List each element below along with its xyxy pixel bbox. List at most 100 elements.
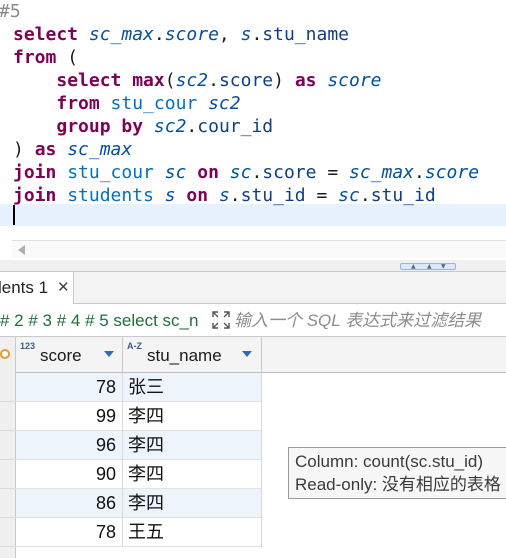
code-token: join [13,185,68,206]
row-number-cell[interactable] [0,460,16,489]
table-row[interactable]: 90 李四 [16,460,262,489]
filter-bar: # 2 # 3 # 4 # 5 select sc_n [0,305,506,337]
code-token: sc2 [208,93,241,114]
row-number-cell[interactable] [0,489,16,518]
code-token: . [251,162,263,183]
column-title: stu_name [147,346,222,365]
code-token: sc_max [349,162,415,183]
code-token: join [13,162,68,183]
code-token: cour_id [197,116,274,137]
cell-score[interactable]: 96 [16,431,123,460]
cell-score[interactable]: 78 [16,373,123,402]
expand-icon[interactable] [212,311,230,329]
cell-stu-name[interactable]: 李四 [123,489,262,518]
code-token: 5 [0,1,21,22]
grid-corner-icon[interactable] [0,349,10,359]
cell-score[interactable]: 86 [16,489,123,518]
code-line[interactable]: ) as sc_max [13,138,479,161]
code-token: on [186,185,219,206]
column-header-score[interactable]: 123 score [16,337,123,373]
sort-dropdown-icon[interactable] [242,351,252,357]
sql-editor[interactable]: # 5 select sc_max.score, s.stu_name from (… [0,0,506,260]
code-token: , [218,24,241,45]
code-token: as [294,70,328,91]
cell-stu-name[interactable]: 李四 [123,431,262,460]
code-token: . [359,185,371,206]
cell-stu-name[interactable]: 张三 [123,373,262,402]
code-token: on [197,162,230,183]
code-token: ) [13,139,35,160]
code-token: s [164,185,187,206]
code-token: stu_id [240,185,306,206]
code-token: stu_id [370,185,436,206]
code-token: . [208,70,219,91]
grid-header: 123 score A-Z stu_name [16,337,506,373]
code-line[interactable]: select sc_max.score, s.stu_name [13,23,479,46]
row-number-column [0,337,16,558]
text-caret [13,205,15,225]
code-token: as [34,139,68,160]
code-line[interactable]: group by sc2.cour_id [13,115,479,138]
code-token: select [56,70,133,91]
tooltip-readonly-line: Read-only: 没有相应的表格 [295,475,501,494]
code-token: stu_name [262,24,349,45]
code-line[interactable]: join stu_cour sc on sc.score = sc_max.sc… [13,161,479,184]
code-line[interactable]: # 5 [0,0,479,23]
cell-score[interactable]: 90 [16,460,123,489]
code-line[interactable]: select max(sc2.score) as score [13,69,479,92]
code-token: stu_cour [110,93,209,114]
code-token: ( [56,47,79,68]
row-number-cell[interactable] [0,373,16,402]
table-row[interactable]: 78 王五 [16,518,262,547]
code-token: = [305,185,339,206]
editor-horizontal-scrollbar[interactable] [12,240,506,258]
code-token: s [240,24,252,45]
table-row[interactable]: 99 李四 [16,402,262,431]
cell-stu-name[interactable]: 王五 [123,518,262,547]
query-history-links[interactable]: # 2 # 3 # 4 # 5 select sc_n [0,305,210,337]
code-line[interactable]: from ( [13,46,479,69]
row-number-cell[interactable] [0,431,16,460]
column-title: score [40,346,82,365]
code-token: . [153,24,165,45]
row-number-cell[interactable] [0,402,16,431]
cell-score[interactable]: 99 [16,402,123,431]
splitter-grip-icon[interactable]: ▲ ▲ ▼ [400,263,456,270]
code-token: select [13,24,89,45]
table-row[interactable]: 96 李四 [16,431,262,460]
table-row[interactable]: 78 张三 [16,373,262,402]
sql-code[interactable]: # 5 select sc_max.score, s.stu_name from (… [0,0,479,207]
panel-splitter[interactable]: ▲ ▲ ▼ [0,260,506,272]
numeric-type-icon: 123 [20,341,36,351]
cell-score[interactable]: 78 [16,518,123,547]
column-header-stu-name[interactable]: A-Z stu_name [123,337,262,373]
code-token: group by [56,116,154,137]
code-token: sc2 [175,70,209,91]
code-token: from [13,47,57,68]
tooltip-column-line: Column: count(sc.stu_id) [295,452,484,471]
results-tab-bar: lents 1 ✕ [0,272,506,304]
table-row[interactable]: 86 李四 [16,489,262,518]
close-icon[interactable]: ✕ [57,272,70,304]
cell-stu-name[interactable]: 李四 [123,402,262,431]
tab-results[interactable]: lents 1 ✕ [0,272,74,304]
code-token: sc_max [88,24,154,45]
code-token: sc [229,162,252,183]
column-tooltip: Column: count(sc.stu_id) Read-only: 没有相应… [288,447,506,499]
filter-input[interactable] [232,308,506,334]
code-token: stu_cour [67,162,165,183]
sort-dropdown-icon[interactable] [104,351,114,357]
code-token: ) [273,70,295,91]
code-line[interactable]: from stu_cour sc2 [13,92,479,115]
text-type-icon: A-Z [127,341,142,351]
code-token: score [218,70,274,91]
code-token: sc [338,185,360,206]
code-token: score [164,24,219,45]
scroll-left-icon[interactable] [18,245,25,255]
row-number-cell[interactable] [0,518,16,547]
code-line[interactable]: join students s on s.stu_id = sc.stu_id [13,184,479,207]
cell-stu-name[interactable]: 李四 [123,460,262,489]
